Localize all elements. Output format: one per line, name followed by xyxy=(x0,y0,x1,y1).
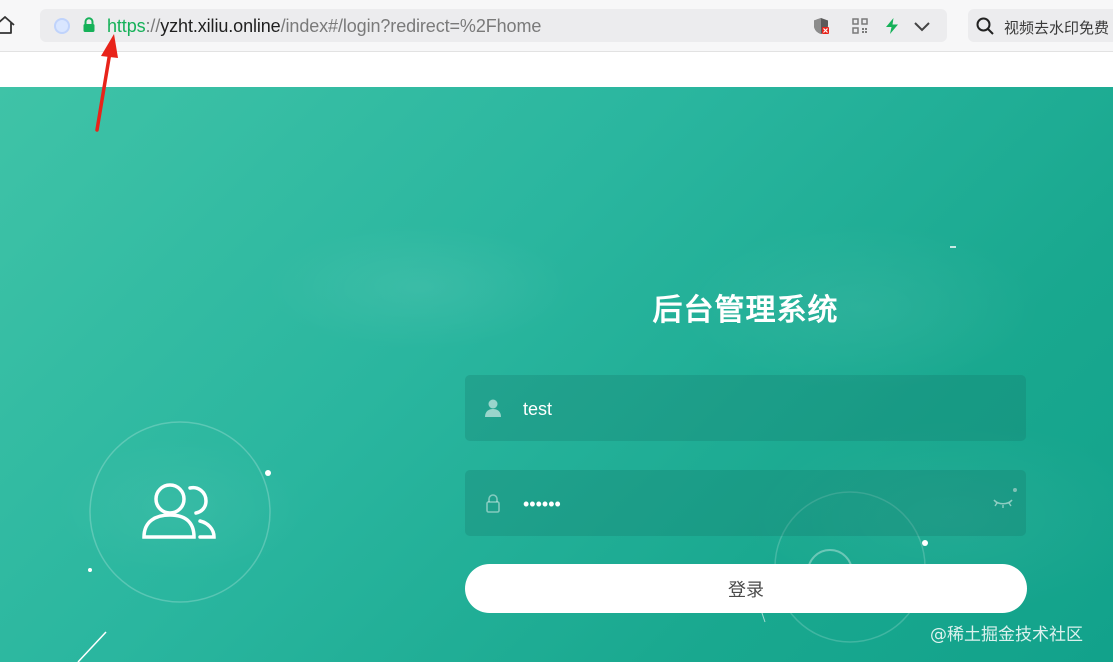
login-page-background: 后台管理系统 登录 xyxy=(0,87,1113,662)
chevron-down-icon[interactable] xyxy=(913,17,931,35)
url-path: /index#/login?redirect=%2Fhome xyxy=(280,16,542,36)
users-icon xyxy=(142,483,216,539)
url-separator: :// xyxy=(145,16,161,36)
password-field[interactable] xyxy=(465,470,1026,538)
username-field[interactable] xyxy=(465,375,1026,443)
site-icon xyxy=(54,18,70,34)
search-box[interactable]: 视频去水印免费 xyxy=(968,9,1113,42)
red-arrow-annotation xyxy=(95,34,118,132)
home-icon[interactable] xyxy=(0,14,16,36)
address-bar[interactable]: https://yzht.xiliu.online/index#/login?r… xyxy=(40,9,947,42)
lightning-icon[interactable] xyxy=(883,17,901,35)
search-placeholder: 视频去水印免费 xyxy=(1004,20,1110,37)
password-input[interactable] xyxy=(521,470,1005,538)
watermark-text: @稀土掘金技术社区 xyxy=(930,625,1083,645)
eye-closed-icon[interactable] xyxy=(992,496,1014,510)
url-host: yzht.xiliu.online xyxy=(160,16,281,36)
browser-toolbar: https://yzht.xiliu.online/index#/login?r… xyxy=(0,0,1113,52)
user-icon xyxy=(485,399,501,417)
search-icon[interactable] xyxy=(976,17,994,35)
lock-icon xyxy=(486,494,500,513)
url-text[interactable]: https://yzht.xiliu.online/index#/login?r… xyxy=(107,15,541,37)
username-input[interactable] xyxy=(521,375,1005,443)
login-title: 后台管理系统 xyxy=(652,293,839,328)
login-button[interactable]: 登录 xyxy=(465,564,1027,613)
shield-icon[interactable] xyxy=(812,17,830,35)
qr-code-icon[interactable] xyxy=(851,17,869,35)
